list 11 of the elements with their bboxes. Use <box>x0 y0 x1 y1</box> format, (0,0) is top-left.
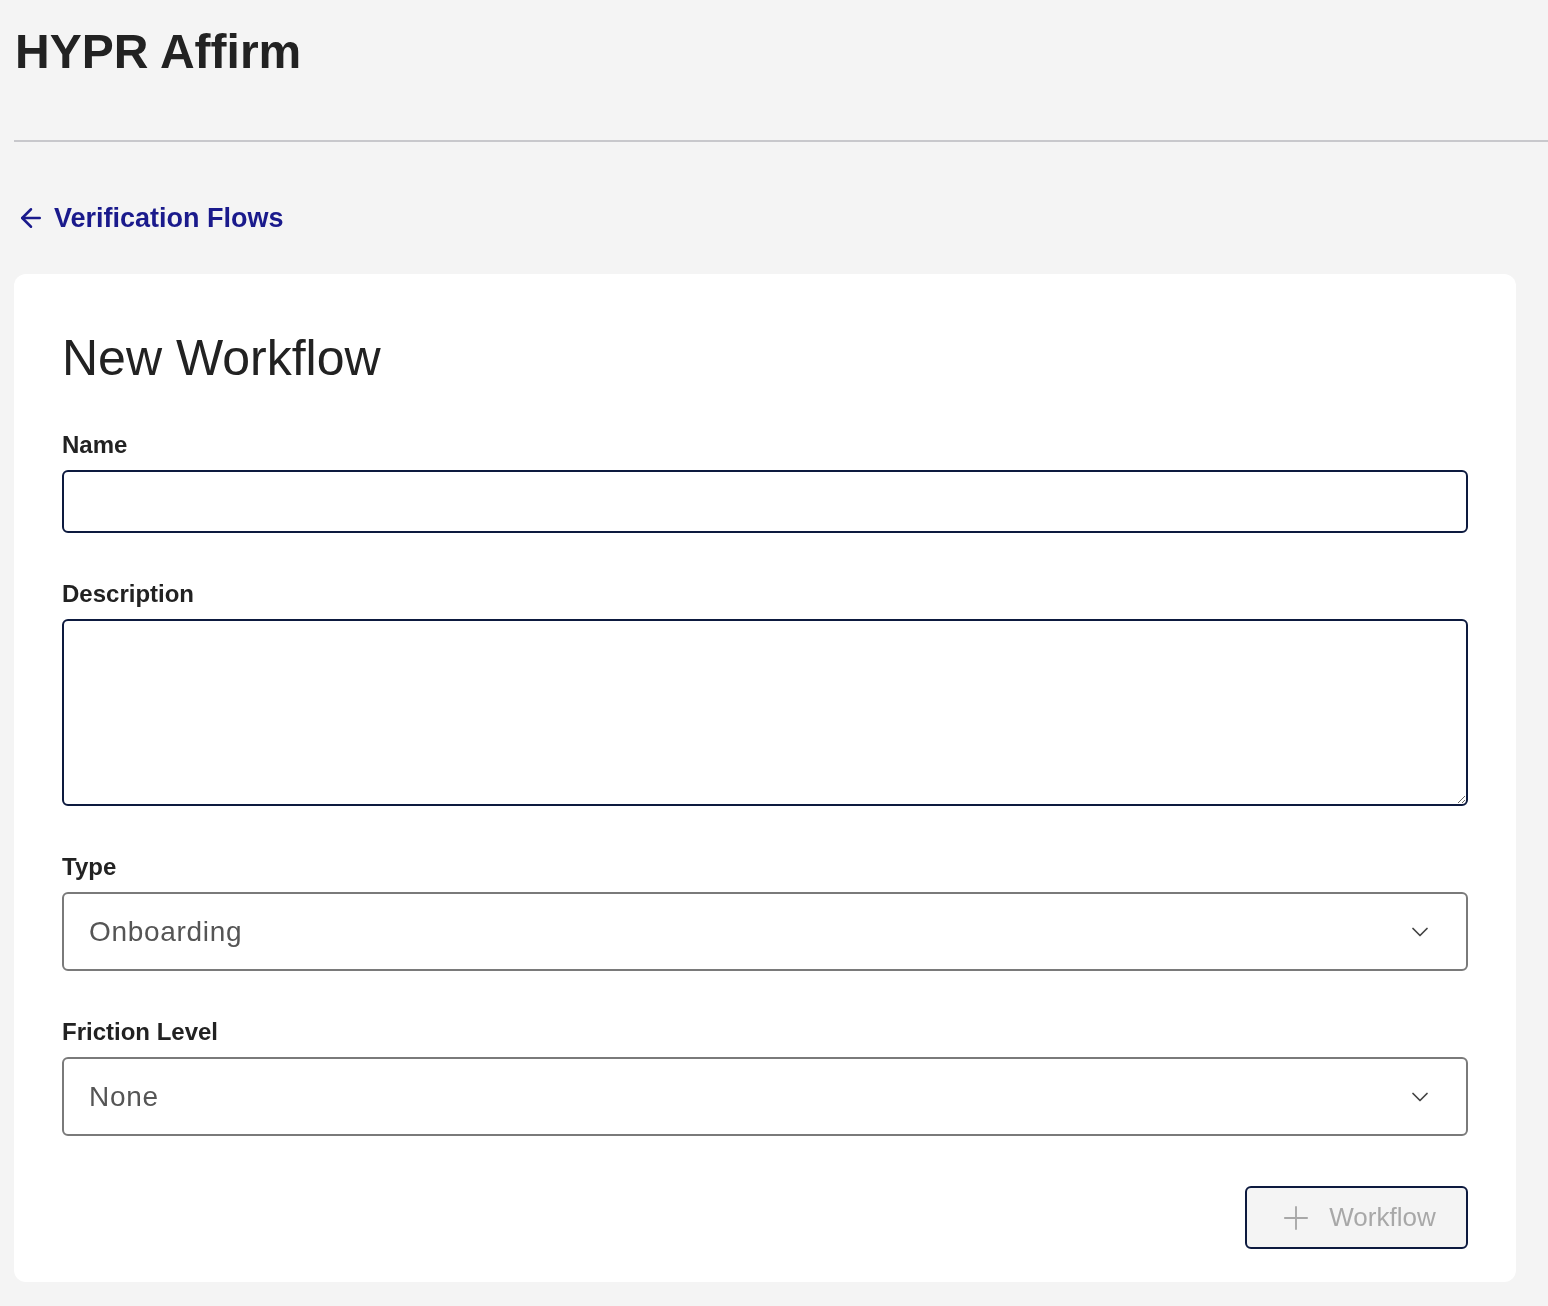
description-text-area[interactable] <box>62 619 1468 807</box>
back-link[interactable]: Verification Flows <box>16 198 284 239</box>
field-label: Friction Level <box>62 1017 220 1048</box>
form-title: New Workflow <box>62 329 382 389</box>
field-label: Description <box>62 579 196 610</box>
name-input-field[interactable] <box>62 470 1468 534</box>
dropdown-field[interactable]: Onboarding <box>62 892 1468 972</box>
dropdown-field[interactable]: None <box>62 1057 1468 1137</box>
app-title: HYPR Affirm <box>15 24 303 80</box>
field-label: Name <box>62 430 129 461</box>
field-label: Type <box>62 852 118 883</box>
